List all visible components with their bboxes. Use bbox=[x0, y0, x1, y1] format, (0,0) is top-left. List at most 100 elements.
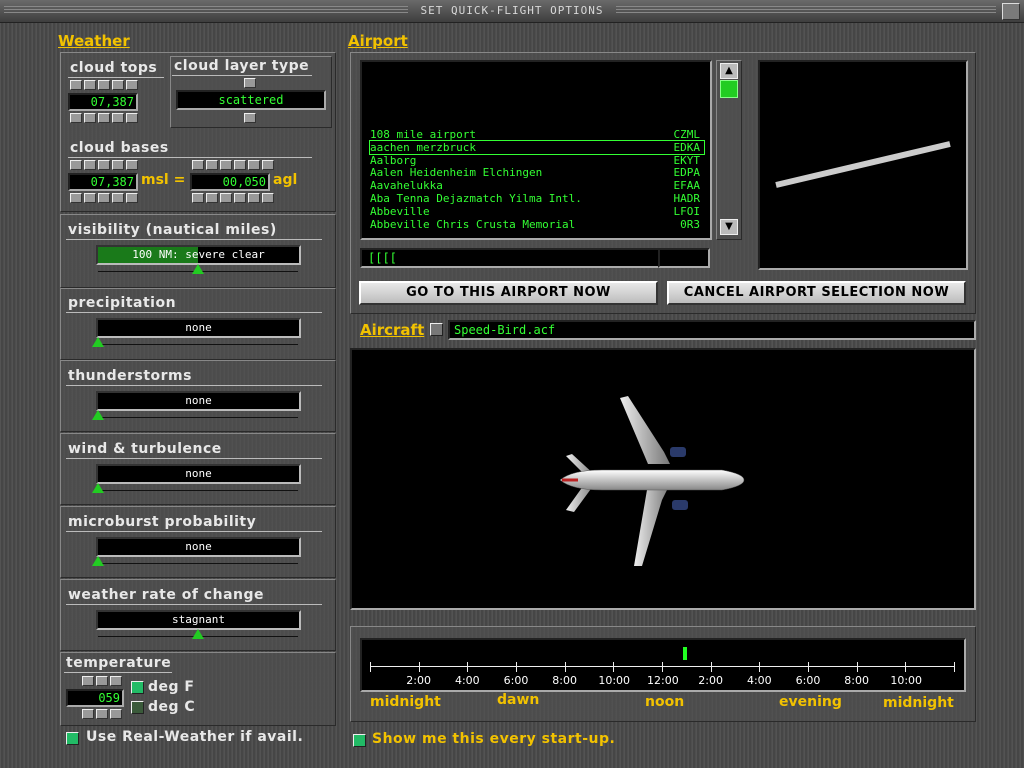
aircraft-preview bbox=[350, 348, 976, 610]
cloud-bases-label: cloud bases bbox=[70, 140, 169, 156]
wind-label: wind & turbulence bbox=[68, 441, 222, 457]
airport-list-item[interactable]: aachen merzbruck EDKA bbox=[369, 139, 705, 155]
airport-code: 0R3 bbox=[680, 217, 700, 231]
visibility-slider[interactable]: 100 NM: severe clear bbox=[96, 245, 301, 265]
rate-of-change-slider[interactable]: stagnant bbox=[96, 610, 301, 630]
time-tick bbox=[808, 662, 809, 672]
cloud-bases-msl-value[interactable]: 07,387 bbox=[68, 173, 138, 191]
temperature-down-buttons[interactable] bbox=[82, 709, 122, 719]
time-tick bbox=[467, 662, 469, 672]
time-tick bbox=[564, 662, 566, 672]
time-handle[interactable] bbox=[683, 647, 688, 660]
airport-name: Aalen Heidenheim Elchingen bbox=[370, 166, 543, 180]
airport-list-item[interactable]: Aalen Heidenheim Elchingen EDPA bbox=[370, 166, 704, 179]
time-tick-label: 2:00 bbox=[698, 674, 723, 687]
temperature-value[interactable]: 059 bbox=[66, 689, 124, 707]
airport-name: aachen merzbruck bbox=[370, 140, 476, 154]
temperature-label: temperature bbox=[66, 655, 172, 671]
airport-search-input[interactable]: [[[[ bbox=[360, 248, 664, 268]
startup-checkbox[interactable] bbox=[353, 734, 366, 747]
time-tick-label: 12:00 bbox=[647, 674, 679, 687]
scroll-down-arrow[interactable]: ▼ bbox=[720, 219, 738, 235]
go-to-airport-button[interactable]: GO TO THIS AIRPORT NOW bbox=[359, 281, 658, 305]
scroll-up-arrow[interactable]: ▲ bbox=[720, 63, 738, 79]
real-weather-checkbox[interactable] bbox=[66, 732, 79, 745]
period-midnight-start: midnight bbox=[370, 694, 441, 710]
runway-line bbox=[775, 141, 951, 188]
thunderstorms-slider[interactable]: none bbox=[96, 391, 301, 411]
scroll-thumb[interactable] bbox=[720, 80, 738, 98]
airport-name: Abbeville bbox=[370, 204, 430, 218]
deg-f-label: deg F bbox=[148, 679, 195, 695]
aircraft-file-input[interactable]: Speed-Bird.acf bbox=[448, 320, 976, 340]
precipitation-slider[interactable]: none bbox=[96, 318, 301, 338]
airport-list-item[interactable]: Aavahelukka EFAA bbox=[370, 179, 704, 192]
airport-list-item[interactable]: Abbeville Chris Crusta Memorial 0R3 bbox=[370, 218, 704, 231]
deg-f-checkbox[interactable] bbox=[131, 681, 144, 694]
time-tick-label: 6:00 bbox=[503, 674, 529, 687]
time-tick bbox=[856, 662, 858, 672]
cloud-bases-msl-up-buttons[interactable] bbox=[70, 160, 138, 170]
thunderstorms-label: thunderstorms bbox=[68, 368, 192, 384]
cloud-layer-up-button[interactable] bbox=[244, 78, 256, 88]
cloud-tops-down-buttons[interactable] bbox=[70, 113, 138, 123]
cloud-tops-up-buttons[interactable] bbox=[70, 80, 138, 90]
microburst-label: microburst probability bbox=[68, 514, 257, 530]
airport-list-item[interactable]: Aba Tenna Dejazmatch Yilma Intl. HADR bbox=[370, 192, 704, 205]
title-stripes bbox=[616, 6, 996, 15]
time-tick-label: 4:00 bbox=[746, 674, 772, 687]
cloud-tops-value[interactable]: 07,387 bbox=[68, 93, 138, 111]
cloud-bases-agl-down-buttons[interactable] bbox=[192, 193, 274, 203]
rate-of-change-label: weather rate of change bbox=[68, 587, 265, 603]
cloud-tops-label: cloud tops bbox=[70, 60, 158, 76]
airport-code: EFAA bbox=[673, 179, 701, 193]
period-dawn: dawn bbox=[497, 692, 540, 708]
visibility-handle[interactable] bbox=[192, 264, 204, 274]
airport-name: Aba Tenna Dejazmatch Yilma Intl. bbox=[370, 192, 582, 205]
wind-handle[interactable] bbox=[92, 483, 104, 493]
cloud-bases-agl-value[interactable]: 00,050 bbox=[190, 173, 270, 191]
period-noon: noon bbox=[645, 694, 685, 710]
cloud-layer-type-label: cloud layer type bbox=[174, 58, 310, 74]
cloud-layer-down-button[interactable] bbox=[244, 113, 256, 123]
airport-name: Aalborg bbox=[370, 153, 417, 167]
weather-section-label: Weather bbox=[58, 32, 130, 50]
aircraft-section-label: Aircraft bbox=[360, 321, 425, 339]
time-tick-label: 6:00 bbox=[795, 674, 821, 687]
airport-name: Aavahelukka bbox=[370, 179, 443, 193]
airport-code-input[interactable] bbox=[658, 248, 710, 268]
microburst-handle[interactable] bbox=[92, 556, 104, 566]
wind-slider[interactable]: none bbox=[96, 464, 301, 484]
real-weather-label: Use Real-Weather if avail. bbox=[86, 729, 304, 745]
aircraft-checkbox[interactable] bbox=[430, 323, 443, 336]
rate-of-change-handle[interactable] bbox=[192, 629, 204, 639]
time-tick-label: 4:00 bbox=[454, 674, 480, 687]
airport-code: EKYT bbox=[673, 153, 701, 167]
time-tick bbox=[710, 662, 712, 672]
cloud-bases-agl-up-buttons[interactable] bbox=[192, 160, 274, 170]
airport-list-item[interactable]: Abbeville LFOI bbox=[370, 205, 704, 218]
time-tick-label: 8:00 bbox=[552, 674, 577, 687]
airport-list-item[interactable]: Aalborg EKYT bbox=[370, 154, 704, 167]
close-button[interactable] bbox=[1002, 3, 1020, 20]
airport-name: 108 mile airport bbox=[370, 128, 476, 141]
cloud-layer-type-value[interactable]: scattered bbox=[176, 90, 326, 110]
period-evening: evening bbox=[779, 694, 842, 710]
time-tick bbox=[905, 662, 907, 672]
precipitation-label: precipitation bbox=[68, 295, 177, 311]
time-tick bbox=[954, 662, 955, 672]
temperature-up-buttons[interactable] bbox=[82, 676, 122, 686]
deg-c-checkbox[interactable] bbox=[131, 701, 144, 714]
time-tick bbox=[370, 662, 371, 672]
time-tick-label: 8:00 bbox=[844, 674, 869, 687]
airport-code: EDPA bbox=[673, 166, 701, 180]
thunderstorms-handle[interactable] bbox=[92, 410, 104, 420]
cancel-airport-button[interactable]: CANCEL AIRPORT SELECTION NOW bbox=[667, 281, 966, 305]
airport-list-item[interactable]: 108 mile airport CZML bbox=[370, 128, 704, 141]
precipitation-handle[interactable] bbox=[92, 337, 104, 347]
runway-diagram bbox=[775, 141, 951, 188]
visibility-value: 100 NM: severe clear bbox=[132, 248, 265, 261]
cloud-bases-msl-down-buttons[interactable] bbox=[70, 193, 138, 203]
airport-code: CZML bbox=[673, 128, 701, 141]
microburst-slider[interactable]: none bbox=[96, 537, 301, 557]
